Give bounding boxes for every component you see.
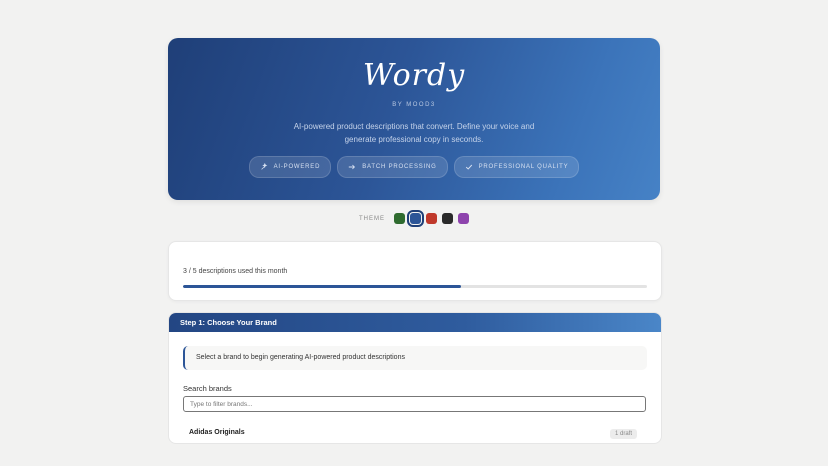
theme-swatch-black[interactable]	[442, 213, 453, 224]
feature-pill-ai: AI-POWERED	[248, 156, 332, 178]
theme-swatch-blue[interactable]	[407, 210, 424, 227]
draft-count-badge: 1 draft	[609, 429, 637, 439]
usage-progress-bar	[183, 285, 647, 288]
step1-card: Step 1: Choose Your Brand Select a brand…	[168, 312, 662, 444]
feature-pill-quality: PROFESSIONAL QUALITY	[453, 156, 580, 178]
feature-pill-label: AI-POWERED	[273, 164, 321, 170]
brand-search-input[interactable]	[183, 396, 646, 412]
theme-swatch-green[interactable]	[394, 213, 405, 224]
theme-swatch-red[interactable]	[426, 213, 437, 224]
feature-pill-batch: BATCH PROCESSING	[337, 156, 448, 178]
step1-header: Step 1: Choose Your Brand	[169, 313, 661, 332]
app-tagline: AI-powered product descriptions that con…	[293, 122, 535, 144]
feature-pill-label: PROFESSIONAL QUALITY	[478, 164, 569, 170]
theme-label: THEME	[359, 215, 385, 222]
usage-text: 3 / 5 descriptions used this month	[183, 268, 288, 275]
theme-selector: THEME	[0, 210, 828, 227]
search-brands-label: Search brands	[183, 384, 232, 393]
sparkle-icon	[260, 163, 267, 170]
brand-name: Adidas Originals	[189, 429, 245, 436]
app-logo: Wordy	[362, 58, 466, 93]
check-icon	[465, 164, 472, 170]
brand-notice: Select a brand to begin generating AI-po…	[183, 346, 647, 370]
usage-card: 3 / 5 descriptions used this month	[168, 241, 662, 301]
theme-swatch-purple[interactable]	[458, 213, 469, 224]
feature-pills: AI-POWERED BATCH PROCESSING PROFESSIONAL…	[168, 156, 660, 178]
usage-progress-fill	[183, 285, 462, 288]
brand-list-item[interactable]: Adidas Originals 1 draft	[189, 429, 647, 443]
app-byline: BY MOOD3	[392, 102, 436, 108]
feature-pill-label: BATCH PROCESSING	[362, 164, 437, 170]
hero-banner: Wordy BY MOOD3 AI-powered product descri…	[168, 38, 660, 200]
arrow-right-icon	[349, 164, 356, 170]
